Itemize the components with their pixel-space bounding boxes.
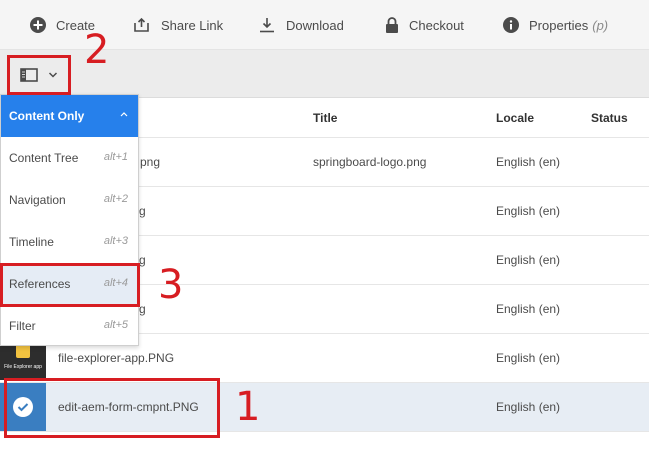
column-header-locale[interactable]: Locale [496,111,534,125]
row-name: g [139,204,146,218]
lock-icon [386,17,398,33]
menu-item-shortcut: alt+2 [103,193,128,205]
menu-item-content-tree[interactable]: Content Tree alt+1 [1,137,138,179]
menu-item-shortcut: alt+3 [103,235,128,247]
checkout-button[interactable]: Checkout [385,15,464,35]
row-locale: English (en) [496,400,561,414]
view-menu: Content Only Content Tree alt+1 Navigati… [0,94,139,346]
annotation-number-3: 3 [158,262,184,308]
row-locale: English (en) [496,302,561,316]
row-locale: English (en) [496,204,561,218]
checkout-label: Checkout [409,17,464,33]
download-button[interactable]: Download [258,15,344,35]
row-locale: English (en) [496,155,561,169]
menu-item-label: Filter [9,319,36,333]
menu-item-label: Content Only [9,109,85,123]
annotation-box-references [0,263,140,307]
menu-item-content-only[interactable]: Content Only [1,95,138,137]
row-name: g [139,253,146,267]
column-header-title[interactable]: Title [313,111,337,125]
row-name: file-explorer-app.PNG [58,351,175,365]
share-link-label: Share Link [161,17,224,33]
row-locale: English (en) [496,253,561,267]
info-icon [503,17,519,33]
menu-item-filter[interactable]: Filter alt+5 [1,305,138,347]
download-icon [260,18,274,33]
chevron-up-icon [120,112,128,117]
menu-item-label: Timeline [9,235,54,249]
properties-label: Properties [529,17,589,33]
share-icon [134,17,149,32]
menu-item-timeline[interactable]: Timeline alt+3 [1,221,138,263]
share-link-button[interactable]: Share Link [133,15,223,35]
annotation-number-1: 1 [235,384,261,430]
properties-button[interactable]: Properties (p) [503,15,608,35]
menu-item-navigation[interactable]: Navigation alt+2 [1,179,138,221]
annotation-box-view-switcher [7,55,71,95]
menu-item-label: Navigation [9,193,66,207]
menu-item-shortcut: alt+5 [103,319,128,331]
download-label: Download [286,17,344,33]
properties-shortcut-hint: (p) [592,17,609,33]
row-title: springboard-logo.png [313,155,427,169]
row-locale: English (en) [496,351,561,365]
row-name: g [139,302,146,316]
menu-item-shortcut: alt+1 [103,151,128,163]
thumbnail-caption: File Explorer app [4,364,42,370]
annotation-number-2: 2 [84,27,110,73]
column-header-status[interactable]: Status [591,111,628,125]
menu-item-label: Content Tree [9,151,79,165]
annotation-box-selected-row [4,378,220,438]
plus-circle-icon [30,17,46,33]
